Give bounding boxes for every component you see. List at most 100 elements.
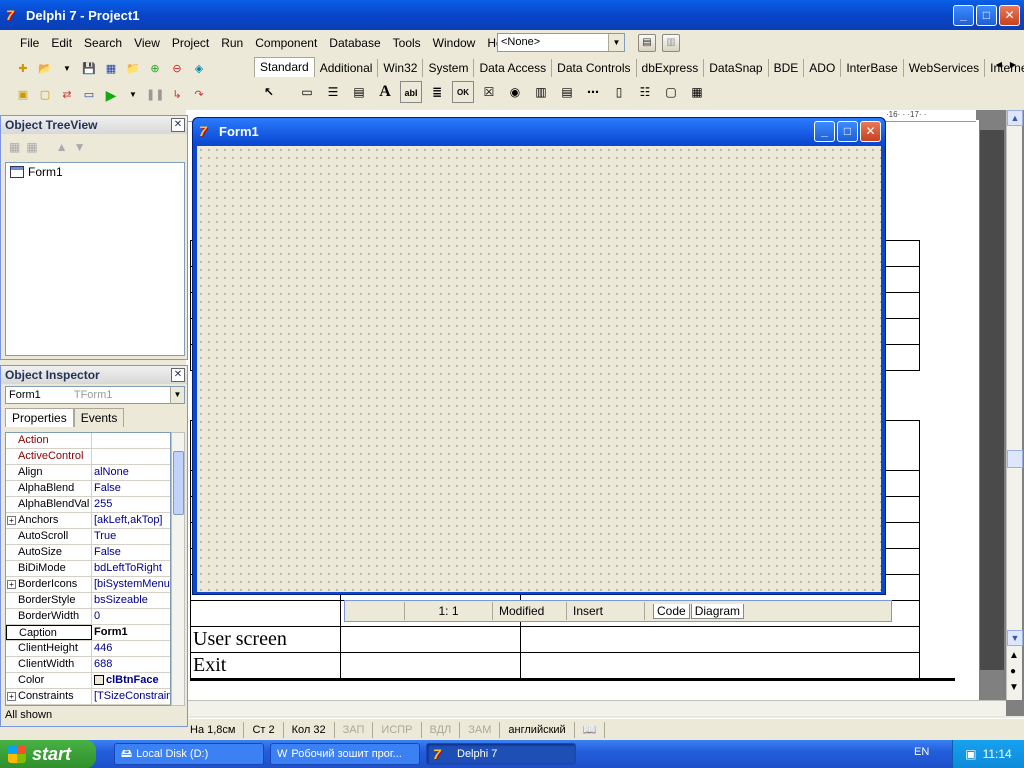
tab-properties[interactable]: Properties [5, 408, 74, 427]
palette-scroll-right-icon[interactable]: ▶ [1006, 58, 1020, 72]
desktop-layout-select[interactable]: <None> ▼ [497, 33, 625, 52]
new-item-icon[interactable]: ▦ [9, 140, 20, 154]
tab-webservices[interactable]: WebServices [904, 59, 986, 77]
menu-edit[interactable]: Edit [45, 36, 78, 50]
status-ext[interactable]: ВДЛ [422, 721, 461, 738]
tab-interbase[interactable]: InterBase [841, 59, 904, 77]
property-row-selected[interactable]: Caption Form1 [6, 625, 170, 641]
tab-diagram[interactable]: Diagram [690, 604, 745, 619]
status-trk[interactable]: ИСПР [373, 721, 422, 738]
form-close-button[interactable]: ✕ [860, 121, 881, 142]
tab-data-access[interactable]: Data Access [474, 59, 553, 77]
move-up-icon[interactable]: ▲ [56, 140, 68, 154]
expand-icon[interactable]: + [7, 580, 16, 589]
menu-window[interactable]: Window [427, 36, 482, 50]
menu-search[interactable]: Search [78, 36, 128, 50]
menu-file[interactable]: File [14, 36, 45, 50]
chevron-down-icon[interactable]: ▼ [608, 34, 624, 51]
inspector-scrollbar[interactable] [171, 432, 185, 706]
property-row[interactable]: + BorderIcons [biSystemMenu, [6, 577, 170, 593]
tab-ado[interactable]: ADO [804, 59, 842, 77]
menu-tools[interactable]: Tools [387, 36, 427, 50]
tab-additional[interactable]: Additional [315, 59, 379, 77]
property-row[interactable]: + Constraints [TSizeConstrain [6, 689, 170, 705]
memo-icon[interactable]: ≣ [426, 81, 448, 103]
object-selector[interactable]: Form1 TForm1 ▼ [5, 386, 185, 404]
view-form-icon[interactable]: ▢ [36, 86, 54, 104]
new-form-icon[interactable]: ▭ [80, 86, 98, 104]
main-menu-icon[interactable]: ☰ [322, 81, 344, 103]
new-icon[interactable]: ✚ [14, 60, 32, 78]
trace-into-icon[interactable]: ↳ [168, 86, 186, 104]
delete-item-icon[interactable]: ▦ [26, 140, 37, 154]
property-row[interactable]: Align alNone [6, 465, 170, 481]
scroll-thumb[interactable] [173, 451, 184, 515]
button-icon[interactable]: OK [452, 81, 474, 103]
form-maximize-button[interactable]: □ [837, 121, 858, 142]
tab-datasnap[interactable]: DataSnap [704, 59, 769, 77]
tab-code[interactable]: Code [653, 604, 690, 619]
tab-win32[interactable]: Win32 [378, 59, 424, 77]
property-row[interactable]: AlphaBlend False [6, 481, 170, 497]
combobox-icon[interactable]: ▤ [556, 81, 578, 103]
open-icon[interactable]: 📂 [36, 60, 54, 78]
start-button[interactable]: start [0, 740, 96, 768]
edit-icon[interactable]: abI [400, 81, 422, 103]
tab-system[interactable]: System [423, 59, 475, 77]
expand-icon[interactable]: + [7, 516, 16, 525]
property-row[interactable]: AutoSize False [6, 545, 170, 561]
task-word-document[interactable]: W Робочий зошит прог... [270, 743, 420, 765]
listbox-icon[interactable]: ▥ [530, 81, 552, 103]
form1-window[interactable]: 7 Form1 _ □ ✕ [192, 117, 886, 595]
clock[interactable]: 11:14 [983, 747, 1012, 761]
form1-titlebar[interactable]: 7 Form1 [193, 118, 885, 144]
expand-icon[interactable]: + [7, 692, 16, 701]
scroll-thumb[interactable] [1007, 450, 1023, 468]
tab-dbexpress[interactable]: dbExpress [637, 59, 705, 77]
minimize-button[interactable]: _ [953, 5, 974, 26]
property-row[interactable]: + Anchors [akLeft,akTop] [6, 513, 170, 529]
run-icon[interactable]: ▶ [102, 86, 120, 104]
help-contents-icon[interactable]: ◈ [190, 60, 208, 78]
next-page-icon[interactable]: ▼ [1009, 682, 1019, 693]
status-ovr[interactable]: ЗАМ [460, 721, 501, 738]
scrollbar-icon[interactable]: ⋯ [582, 81, 604, 103]
property-row[interactable]: Action [6, 433, 170, 449]
menu-run[interactable]: Run [215, 36, 249, 50]
tab-standard[interactable]: Standard [254, 57, 315, 77]
network-icon[interactable]: ▣ [965, 747, 976, 761]
actionlist-icon[interactable]: ▦ [686, 81, 708, 103]
move-down-icon[interactable]: ▼ [74, 140, 86, 154]
property-row[interactable]: ActiveControl [6, 449, 170, 465]
property-row[interactable]: BorderStyle bsSizeable [6, 593, 170, 609]
popup-menu-icon[interactable]: ▤ [348, 81, 370, 103]
pause-icon[interactable]: ❚❚ [146, 86, 164, 104]
scroll-up-icon[interactable]: ▲ [1007, 110, 1023, 126]
menu-database[interactable]: Database [323, 36, 386, 50]
prev-page-icon[interactable]: ▲ [1009, 650, 1019, 661]
menu-component[interactable]: Component [249, 36, 323, 50]
menu-project[interactable]: Project [166, 36, 215, 50]
scroll-down-icon[interactable]: ▼ [1007, 630, 1023, 646]
property-row[interactable]: BorderWidth 0 [6, 609, 170, 625]
tab-bde[interactable]: BDE [769, 59, 805, 77]
status-rec[interactable]: ЗАП [335, 721, 374, 738]
frames-icon[interactable]: ▭ [296, 81, 318, 103]
palette-scroll-left-icon[interactable]: ◀ [992, 58, 1006, 72]
set-debug-desktop-icon[interactable]: ▥ [662, 34, 680, 52]
chevron-down-icon[interactable]: ▼ [170, 387, 184, 403]
menu-view[interactable]: View [128, 36, 166, 50]
spelling-icon[interactable]: 📖 [575, 721, 606, 738]
radiobutton-icon[interactable]: ◉ [504, 81, 526, 103]
toggle-form-unit-icon[interactable]: ⇄ [58, 86, 76, 104]
open-project-icon[interactable]: 📁 [124, 60, 142, 78]
tree-node-form1[interactable]: Form1 [10, 165, 180, 179]
property-row[interactable]: Color clBtnFace [6, 673, 170, 689]
tab-events[interactable]: Events [73, 408, 125, 427]
step-over-icon[interactable]: ↷ [190, 86, 208, 104]
property-row[interactable]: AutoScroll True [6, 529, 170, 545]
treeview-tree[interactable]: Form1 [5, 162, 185, 356]
remove-from-project-icon[interactable]: ⊖ [168, 60, 186, 78]
close-icon[interactable]: ✕ [171, 368, 185, 382]
save-icon[interactable]: 💾 [80, 60, 98, 78]
